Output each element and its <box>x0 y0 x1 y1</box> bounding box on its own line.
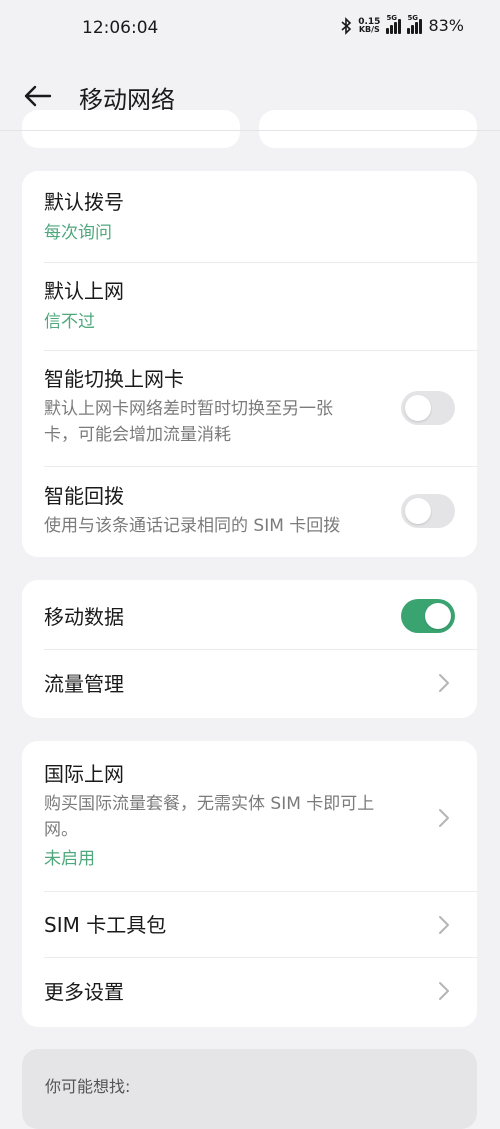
international-roaming-desc-line2: 网。 <box>44 820 78 840</box>
smart-callback-title: 智能回拨 <box>44 484 124 508</box>
divider <box>44 957 478 958</box>
sim2-signal-icon: 5G <box>407 14 423 34</box>
data-management-title: 流量管理 <box>44 672 124 696</box>
smart-switch-title: 智能切换上网卡 <box>44 367 184 391</box>
more-settings-card: 国际上网 购买国际流量套餐，无需实体 SIM 卡即可上 网。 未启用 SIM 卡… <box>22 741 478 1027</box>
status-time: 12:06:04 <box>82 18 159 38</box>
divider <box>44 649 478 650</box>
chevron-right-icon <box>439 809 449 827</box>
divider <box>44 262 478 263</box>
default-data-value: 信不过 <box>44 312 95 332</box>
sim2-network-tag: 5G <box>407 13 419 22</box>
smart-switch-row[interactable]: 智能切换上网卡 默认上网卡网络差时暂时切换至另一张 卡，可能会增加流量消耗 <box>44 366 384 448</box>
back-button[interactable] <box>22 80 54 112</box>
smart-switch-toggle[interactable] <box>401 391 455 425</box>
more-settings-row[interactable]: 更多设置 <box>44 979 478 1005</box>
chevron-right-icon <box>439 674 449 692</box>
status-icons: 0.15 KB/S 5G 5G 83% <box>340 14 464 35</box>
sim-settings-card: 默认拨号 每次询问 默认上网 信不过 智能切换上网卡 默认上网卡网络差时暂时切换… <box>22 171 478 557</box>
divider <box>44 891 478 892</box>
bluetooth-icon <box>341 16 352 35</box>
more-settings-title: 更多设置 <box>44 980 124 1004</box>
header-divider <box>0 130 500 131</box>
default-dial-title: 默认拨号 <box>44 190 124 214</box>
sim-toolkit-title: SIM 卡工具包 <box>44 913 167 937</box>
toggle-knob <box>405 395 431 421</box>
partial-card-right[interactable] <box>259 110 477 148</box>
international-roaming-desc-line1: 购买国际流量套餐，无需实体 SIM 卡即可上 <box>44 794 375 814</box>
international-roaming-row[interactable]: 国际上网 购买国际流量套餐，无需实体 SIM 卡即可上 网。 未启用 <box>44 761 429 871</box>
sim1-signal-icon: 5G <box>386 14 402 34</box>
international-roaming-title: 国际上网 <box>44 762 124 786</box>
toggle-knob <box>425 603 451 629</box>
default-data-title: 默认上网 <box>44 279 124 303</box>
network-speed-unit: KB/S <box>358 24 380 34</box>
toggle-knob <box>405 498 431 524</box>
international-roaming-status: 未启用 <box>44 849 95 869</box>
smart-callback-row[interactable]: 智能回拨 使用与该条通话记录相同的 SIM 卡回拨 <box>44 483 384 539</box>
data-settings-card: 移动数据 流量管理 <box>22 580 478 718</box>
smart-switch-desc-line1: 默认上网卡网络差时暂时切换至另一张 <box>44 399 333 419</box>
divider <box>44 350 478 351</box>
status-bar: 12:06:04 0.15 KB/S 5G 5G 83% <box>0 0 500 58</box>
battery-level: 83% <box>428 16 464 35</box>
default-dial-row[interactable]: 默认拨号 每次询问 <box>44 189 478 245</box>
partial-card-left[interactable] <box>22 110 240 148</box>
chevron-right-icon <box>439 916 449 934</box>
smart-switch-desc-line2: 卡，可能会增加流量消耗 <box>44 425 231 445</box>
suggestions-label: 你可能想找: <box>45 1077 131 1096</box>
back-arrow-icon <box>24 85 52 107</box>
smart-callback-toggle[interactable] <box>401 494 455 528</box>
suggestions-card: 你可能想找: <box>22 1049 477 1129</box>
sim-toolkit-row[interactable]: SIM 卡工具包 <box>44 912 478 938</box>
data-management-row[interactable]: 流量管理 <box>44 671 478 697</box>
chevron-right-icon <box>439 982 449 1000</box>
smart-callback-desc: 使用与该条通话记录相同的 SIM 卡回拨 <box>44 516 341 536</box>
mobile-data-toggle[interactable] <box>401 599 455 633</box>
default-dial-value: 每次询问 <box>44 223 112 243</box>
network-speed: 0.15 KB/S <box>358 17 380 34</box>
default-data-row[interactable]: 默认上网 信不过 <box>44 278 478 334</box>
sim1-network-tag: 5G <box>386 13 398 22</box>
divider <box>44 466 478 467</box>
